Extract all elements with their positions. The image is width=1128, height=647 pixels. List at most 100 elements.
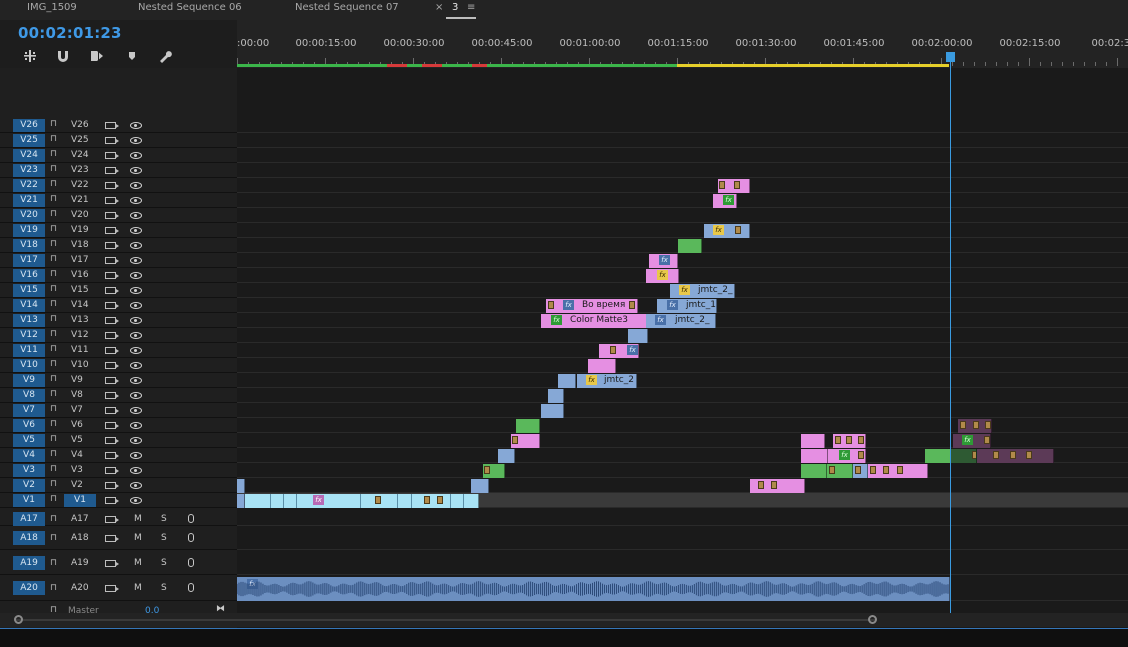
track-target-a19[interactable]: A19 (13, 556, 45, 570)
lock-icon[interactable]: ⊓ (50, 359, 57, 369)
lock-icon[interactable]: ⊓ (50, 194, 57, 204)
track-target-v3[interactable]: V3 (13, 464, 45, 477)
clip-v3-b[interactable] (801, 464, 827, 478)
track-target-v7[interactable]: V7 (13, 404, 45, 417)
video-lane-v23[interactable] (237, 163, 1128, 178)
sync-lock-film-icon[interactable] (105, 272, 119, 279)
lock-icon[interactable]: ⊓ (50, 479, 57, 489)
toggle-output-eye-icon[interactable] (130, 347, 142, 354)
timeline-settings-wrench-icon[interactable] (157, 48, 173, 64)
lock-icon[interactable]: ⊓ (50, 269, 57, 279)
video-lane-v6[interactable] (237, 418, 1128, 433)
sync-lock-film-icon[interactable] (105, 122, 119, 129)
sync-lock-film-icon[interactable] (105, 422, 119, 429)
clip-v4-a[interactable] (498, 449, 515, 463)
lock-icon[interactable]: ⊓ (50, 583, 57, 593)
clip-v21-a[interactable]: fx (713, 194, 737, 208)
lock-icon[interactable]: ⊓ (50, 224, 57, 234)
linked-selection-icon[interactable] (89, 48, 105, 64)
sync-lock-film-icon[interactable] (105, 347, 119, 354)
lock-icon[interactable]: ⊓ (50, 419, 57, 429)
sync-lock-film-icon[interactable] (105, 497, 119, 504)
lock-icon[interactable]: ⊓ (50, 254, 57, 264)
scrollbar-left-handle[interactable] (14, 615, 23, 624)
track-target-v6[interactable]: V6 (13, 419, 45, 432)
mute-button[interactable]: M (134, 514, 142, 524)
horizontal-scrollbar[interactable] (0, 613, 1128, 627)
track-target-v25[interactable]: V25 (13, 134, 45, 147)
clip-v13-jmtc[interactable]: fx jmtc_2_ (646, 314, 716, 328)
clip-v5-a[interactable] (511, 434, 540, 448)
audio-lane-a18[interactable] (237, 526, 1128, 550)
video-lane-v25[interactable] (237, 133, 1128, 148)
clip-v4-c[interactable]: fx (828, 449, 866, 463)
track-target-v16[interactable]: V16 (13, 269, 45, 282)
track-target-v11[interactable]: V11 (13, 344, 45, 357)
lock-icon[interactable]: ⊓ (50, 179, 57, 189)
clip-v1-main[interactable]: fx (244, 494, 479, 508)
voice-over-mic-icon[interactable] (188, 533, 194, 542)
clip-v6-a[interactable] (516, 419, 540, 433)
clip-v14-text[interactable]: fx Во время (546, 299, 638, 313)
sync-lock-film-icon[interactable] (105, 257, 119, 264)
sync-lock-film-icon[interactable] (105, 392, 119, 399)
toggle-output-eye-icon[interactable] (130, 122, 142, 129)
lock-icon[interactable]: ⊓ (50, 284, 57, 294)
add-marker-icon[interactable] (124, 48, 140, 64)
lock-icon[interactable]: ⊓ (50, 119, 57, 129)
clip-v2-start[interactable] (237, 479, 245, 493)
track-target-v4[interactable]: V4 (13, 449, 45, 462)
video-lane-v11[interactable] (237, 343, 1128, 358)
toggle-output-eye-icon[interactable] (130, 317, 142, 324)
video-lane-v12[interactable] (237, 328, 1128, 343)
toggle-output-eye-icon[interactable] (130, 152, 142, 159)
sync-lock-film-icon[interactable] (105, 362, 119, 369)
clip-v4-d[interactable] (925, 449, 951, 463)
lock-icon[interactable]: ⊓ (50, 209, 57, 219)
toggle-output-eye-icon[interactable] (130, 332, 142, 339)
toggle-output-eye-icon[interactable] (130, 362, 142, 369)
track-target-v14[interactable]: V14 (13, 299, 45, 312)
clip-v5-d[interactable]: fx (953, 434, 991, 448)
video-lane-v22[interactable] (237, 178, 1128, 193)
toggle-output-eye-icon[interactable] (130, 212, 142, 219)
clip-v6-a[interactable] (958, 419, 992, 433)
sync-lock-film-icon[interactable] (105, 317, 119, 324)
toggle-output-eye-icon[interactable] (130, 257, 142, 264)
video-lane-v16[interactable] (237, 268, 1128, 283)
sync-lock-film-icon[interactable] (105, 242, 119, 249)
scrollbar-track[interactable] (14, 619, 876, 621)
lock-icon[interactable]: ⊓ (50, 558, 57, 568)
lock-icon[interactable]: ⊓ (50, 533, 57, 543)
track-target-v5[interactable]: V5 (13, 434, 45, 447)
track-target-v1[interactable]: V1 (13, 494, 45, 507)
sync-lock-film-icon[interactable] (105, 212, 119, 219)
tab-img-1509[interactable]: IMG_1509 (27, 0, 77, 18)
lock-icon[interactable]: ⊓ (50, 449, 57, 459)
track-target-v20[interactable]: V20 (13, 209, 45, 222)
mute-button[interactable]: M (134, 583, 142, 593)
track-target-v22[interactable]: V22 (13, 179, 45, 192)
clip-v5-b[interactable] (801, 434, 825, 448)
clip-v12-a[interactable] (628, 329, 648, 343)
clip-v3-a[interactable] (483, 464, 505, 478)
sync-lock-film-icon[interactable] (105, 535, 119, 542)
lock-icon[interactable]: ⊓ (50, 149, 57, 159)
video-lane-v8[interactable] (237, 388, 1128, 403)
voice-over-mic-icon[interactable] (188, 583, 194, 592)
sync-lock-film-icon[interactable] (105, 407, 119, 414)
toggle-output-eye-icon[interactable] (130, 167, 142, 174)
playhead-handle[interactable] (946, 52, 955, 62)
sync-lock-film-icon[interactable] (105, 302, 119, 309)
lock-icon[interactable]: ⊓ (50, 464, 57, 474)
video-lane-v17[interactable] (237, 253, 1128, 268)
time-ruler[interactable]: :00:00 00:00:15:00 00:00:30:00 00:00:45:00 0… (237, 20, 1128, 68)
sync-lock-film-icon[interactable] (105, 137, 119, 144)
toggle-output-eye-icon[interactable] (130, 437, 142, 444)
sync-lock-film-icon[interactable] (105, 560, 119, 567)
mute-button[interactable]: M (134, 558, 142, 568)
solo-button[interactable]: S (161, 533, 167, 543)
video-lane-v21[interactable] (237, 193, 1128, 208)
toggle-output-eye-icon[interactable] (130, 197, 142, 204)
video-lane-v5[interactable] (237, 433, 1128, 448)
